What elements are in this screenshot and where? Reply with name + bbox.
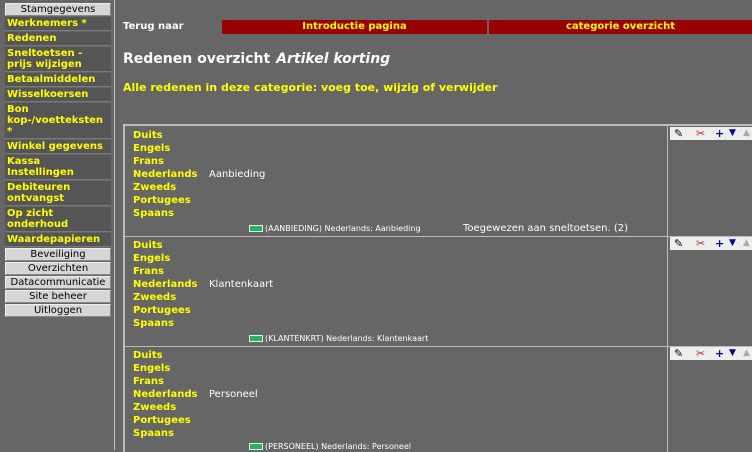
language-link-portugees[interactable]: Portugees xyxy=(133,194,197,207)
sidebar-link-kassa-instellingen[interactable]: Kassa Instellingen xyxy=(5,155,111,180)
top-navigation: Terug naar Introductie pagina categorie … xyxy=(119,20,752,34)
back-label: Terug naar xyxy=(123,21,184,32)
plus-icon[interactable]: + xyxy=(715,347,724,360)
sidebar-link-werknemers[interactable]: Werknemers * xyxy=(5,17,111,31)
language-link-frans[interactable]: Frans xyxy=(133,375,197,388)
sidebar-button-beveiliging[interactable]: Beveiliging xyxy=(5,248,111,261)
sidebar-link-op-zicht-onderhoud[interactable]: Op zicht onderhoud xyxy=(5,207,111,232)
language-link-portugees[interactable]: Portugees xyxy=(133,304,197,317)
page-subtitle: Alle redenen in deze categorie: voeg toe… xyxy=(123,81,498,94)
sidebar-link-betaalmiddelen[interactable]: Betaalmiddelen xyxy=(5,73,111,87)
category-name: Artikel korting xyxy=(276,51,391,67)
sidebar-link-bon-kop-voetteksten[interactable]: Bon kop-/voetteksten * xyxy=(5,103,111,139)
language-link-duits[interactable]: Duits xyxy=(133,239,197,252)
sidebar: Stamgegevens Werknemers * Redenen Snelto… xyxy=(0,0,115,450)
row-actions: ✎ ✂ + ▼ ▲ xyxy=(670,127,752,140)
reason-main-cell: Duits Engels Frans Nederlands Zweeds Por… xyxy=(125,236,668,346)
arrow-down-icon[interactable]: ▼ xyxy=(729,237,736,250)
language-link-portugees[interactable]: Portugees xyxy=(133,414,197,427)
language-list: Duits Engels Frans Nederlands Zweeds Por… xyxy=(133,239,197,330)
assigned-shortcuts-text: Toegewezen aan sneltoetsen. (2) xyxy=(463,223,629,234)
reason-row: Duits Engels Frans Nederlands Zweeds Por… xyxy=(125,126,752,237)
tab-categorie-overzicht[interactable]: categorie overzicht xyxy=(489,20,752,34)
reason-code: (KLANTENKRT) Nederlands: Klantenkaart xyxy=(249,334,428,343)
language-link-spaans[interactable]: Spaans xyxy=(133,207,197,220)
plus-icon[interactable]: + xyxy=(715,237,724,250)
sidebar-button-overzichten[interactable]: Overzichten xyxy=(5,262,111,275)
keyboard-icon xyxy=(249,225,263,232)
page-title: Redenen overzicht Artikel korting xyxy=(123,51,390,67)
sidebar-link-wisselkoersen[interactable]: Wisselkoersen xyxy=(5,88,111,102)
arrow-up-icon[interactable]: ▲ xyxy=(743,127,750,140)
tab-introductie-pagina[interactable]: Introductie pagina xyxy=(222,20,487,34)
edit-pencil-icon[interactable]: ✎ xyxy=(674,237,683,250)
keyboard-icon xyxy=(249,335,263,342)
sidebar-button-stamgegevens[interactable]: Stamgegevens xyxy=(5,3,111,16)
reason-main-cell: Duits Engels Frans Nederlands Zweeds Por… xyxy=(125,126,668,236)
plus-icon[interactable]: + xyxy=(715,127,724,140)
language-link-nederlands[interactable]: Nederlands xyxy=(133,168,197,181)
sidebar-link-waardepapieren[interactable]: Waardepapieren xyxy=(5,233,111,247)
reason-name: Aanbieding xyxy=(209,169,266,180)
scissors-icon[interactable]: ✂ xyxy=(696,347,705,360)
reason-main-cell: Duits Engels Frans Nederlands Zweeds Por… xyxy=(125,346,668,452)
language-link-zweeds[interactable]: Zweeds xyxy=(133,401,197,414)
arrow-down-icon[interactable]: ▼ xyxy=(729,347,736,360)
keyboard-icon xyxy=(249,443,263,450)
row-actions: ✎ ✂ + ▼ ▲ xyxy=(670,237,752,250)
arrow-down-icon[interactable]: ▼ xyxy=(729,127,736,140)
sidebar-button-site-beheer[interactable]: Site beheer xyxy=(5,290,111,303)
arrow-up-icon[interactable]: ▲ xyxy=(743,237,750,250)
language-link-duits[interactable]: Duits xyxy=(133,349,197,362)
language-link-zweeds[interactable]: Zweeds xyxy=(133,291,197,304)
reasons-list: Duits Engels Frans Nederlands Zweeds Por… xyxy=(123,124,752,452)
sidebar-button-datacommunicatie[interactable]: Datacommunicatie xyxy=(5,276,111,289)
sidebar-link-redenen[interactable]: Redenen xyxy=(5,32,111,46)
reason-row: Duits Engels Frans Nederlands Zweeds Por… xyxy=(125,236,752,347)
edit-pencil-icon[interactable]: ✎ xyxy=(674,347,683,360)
language-list: Duits Engels Frans Nederlands Zweeds Por… xyxy=(133,349,197,440)
language-link-zweeds[interactable]: Zweeds xyxy=(133,181,197,194)
language-link-frans[interactable]: Frans xyxy=(133,265,197,278)
scissors-icon[interactable]: ✂ xyxy=(696,237,705,250)
arrow-up-icon[interactable]: ▲ xyxy=(743,347,750,360)
language-link-spaans[interactable]: Spaans xyxy=(133,427,197,440)
language-link-spaans[interactable]: Spaans xyxy=(133,317,197,330)
language-link-engels[interactable]: Engels xyxy=(133,252,197,265)
reason-code: (AANBIEDING) Nederlands: Aanbieding xyxy=(249,224,421,233)
sidebar-link-debiteuren-ontvangst[interactable]: Debiteuren ontvangst xyxy=(5,181,111,206)
edit-pencil-icon[interactable]: ✎ xyxy=(674,127,683,140)
sidebar-link-sneltoetsen[interactable]: Sneltoetsen - prijs wijzigen xyxy=(5,47,111,72)
reason-name: Personeel xyxy=(209,389,258,400)
language-link-engels[interactable]: Engels xyxy=(133,142,197,155)
language-link-duits[interactable]: Duits xyxy=(133,129,197,142)
reason-row: Duits Engels Frans Nederlands Zweeds Por… xyxy=(125,346,752,452)
page-title-text: Redenen overzicht xyxy=(123,51,271,67)
scissors-icon[interactable]: ✂ xyxy=(696,127,705,140)
reason-name: Klantenkaart xyxy=(209,279,274,290)
sidebar-link-winkel-gegevens[interactable]: Winkel gegevens xyxy=(5,140,111,154)
language-link-frans[interactable]: Frans xyxy=(133,155,197,168)
language-link-engels[interactable]: Engels xyxy=(133,362,197,375)
sidebar-button-uitloggen[interactable]: Uitloggen xyxy=(5,304,111,317)
language-link-nederlands[interactable]: Nederlands xyxy=(133,388,197,401)
row-actions: ✎ ✂ + ▼ ▲ xyxy=(670,347,752,360)
language-list: Duits Engels Frans Nederlands Zweeds Por… xyxy=(133,129,197,220)
language-link-nederlands[interactable]: Nederlands xyxy=(133,278,197,291)
